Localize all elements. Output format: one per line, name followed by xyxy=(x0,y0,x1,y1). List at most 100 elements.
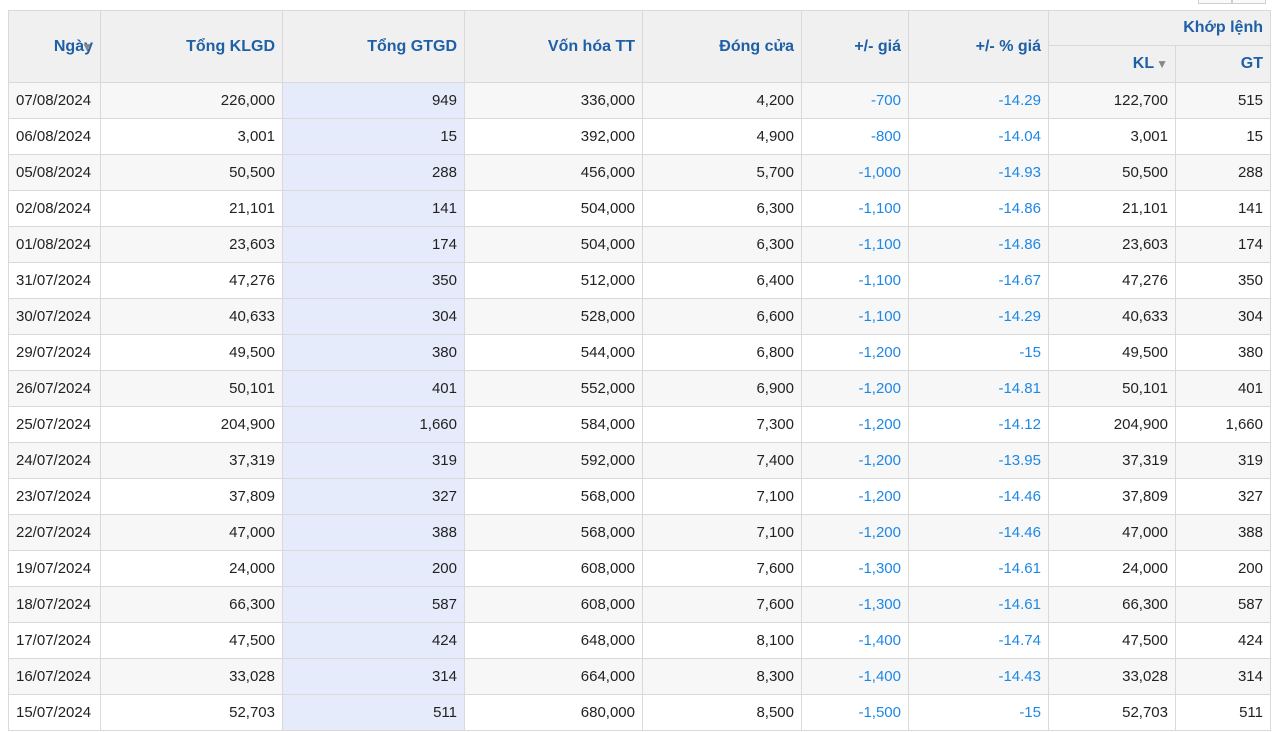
cell-pct-change: -13.95 xyxy=(908,442,1049,479)
col-header-price-change[interactable]: +/- giá xyxy=(801,10,909,83)
cell-matched-value: 319 xyxy=(1175,442,1271,479)
cell-matched-volume: 49,500 xyxy=(1048,334,1176,371)
table-row[interactable]: 31/07/2024 47,276 350 512,000 6,400 -1,100 -14… xyxy=(8,262,1271,299)
cell-total-volume: 49,500 xyxy=(100,334,283,371)
cell-matched-volume: 24,000 xyxy=(1048,550,1176,587)
cell-total-volume: 226,000 xyxy=(100,82,283,119)
cell-price-change: -1,200 xyxy=(801,514,909,551)
table-row[interactable]: 29/07/2024 49,500 380 544,000 6,800 -1,200 -15… xyxy=(8,334,1271,371)
cell-matched-volume: 40,633 xyxy=(1048,298,1176,335)
sort-arrow-icon[interactable]: ▼ xyxy=(81,40,93,54)
cell-total-volume: 50,500 xyxy=(100,154,283,191)
cell-date: 24/07/2024 xyxy=(8,442,101,479)
cell-pct-change: -15 xyxy=(908,334,1049,371)
col-header-market-cap-label: Vốn hóa TT xyxy=(547,37,635,55)
cell-pct-change: -14.93 xyxy=(908,154,1049,191)
table-row[interactable]: 25/07/2024 204,900 1,660 584,000 7,300 -1,200… xyxy=(8,406,1271,443)
col-header-total-value[interactable]: Tổng GTGD xyxy=(282,10,465,83)
cell-pct-change: -15 xyxy=(908,694,1049,731)
cell-pct-change: -14.61 xyxy=(908,550,1049,587)
cell-close: 6,600 xyxy=(642,298,802,335)
cell-total-value: 388 xyxy=(282,514,465,551)
cell-pct-change: -14.46 xyxy=(908,478,1049,515)
col-header-total-volume[interactable]: Tổng KLGD xyxy=(100,10,283,83)
col-header-pct-change[interactable]: +/- % giá xyxy=(908,10,1049,83)
table-row[interactable]: 26/07/2024 50,101 401 552,000 6,900 -1,200 -14… xyxy=(8,370,1271,407)
cell-total-value: 1,660 xyxy=(282,406,465,443)
table-row[interactable]: 01/08/2024 23,603 174 504,000 6,300 -1,100 -14… xyxy=(8,226,1271,263)
cell-pct-change: -14.81 xyxy=(908,370,1049,407)
table-row[interactable]: 18/07/2024 66,300 587 608,000 7,600 -1,300 -14… xyxy=(8,586,1271,623)
cell-total-value: 327 xyxy=(282,478,465,515)
cell-pct-change: -14.46 xyxy=(908,514,1049,551)
cell-close: 7,300 xyxy=(642,406,802,443)
table-row[interactable]: 02/08/2024 21,101 141 504,000 6,300 -1,100 -14… xyxy=(8,190,1271,227)
cell-date: 07/08/2024 xyxy=(8,82,101,119)
pager-buttons xyxy=(1198,0,1266,4)
table-row[interactable]: 05/08/2024 50,500 288 456,000 5,700 -1,000 -14… xyxy=(8,154,1271,191)
col-group-matched-orders: Khớp lệnh xyxy=(1048,10,1271,46)
col-header-matched-volume[interactable]: KL ▼ xyxy=(1048,45,1176,83)
table-row[interactable]: 07/08/2024 226,000 949 336,000 4,200 -700 -14.… xyxy=(8,82,1271,119)
pager-prev-button[interactable] xyxy=(1198,0,1232,4)
cell-total-volume: 37,809 xyxy=(100,478,283,515)
cell-market-cap: 608,000 xyxy=(464,586,643,623)
table-row[interactable]: 06/08/2024 3,001 15 392,000 4,900 -800 -14.04 3… xyxy=(8,118,1271,155)
cell-total-value: 314 xyxy=(282,658,465,695)
table-row[interactable]: 15/07/2024 52,703 511 680,000 8,500 -1,500 -15… xyxy=(8,694,1271,731)
table-row[interactable]: 24/07/2024 37,319 319 592,000 7,400 -1,200 -13… xyxy=(8,442,1271,479)
table-row[interactable]: 22/07/2024 47,000 388 568,000 7,100 -1,200 -14… xyxy=(8,514,1271,551)
col-header-matched-value[interactable]: GT xyxy=(1175,45,1271,83)
cell-market-cap: 592,000 xyxy=(464,442,643,479)
cell-matched-volume: 33,028 xyxy=(1048,658,1176,695)
cell-matched-value: 141 xyxy=(1175,190,1271,227)
cell-total-volume: 47,000 xyxy=(100,514,283,551)
cell-total-value: 587 xyxy=(282,586,465,623)
cell-market-cap: 528,000 xyxy=(464,298,643,335)
cell-price-change: -1,300 xyxy=(801,550,909,587)
cell-close: 7,100 xyxy=(642,514,802,551)
cell-total-volume: 204,900 xyxy=(100,406,283,443)
cell-total-value: 288 xyxy=(282,154,465,191)
cell-market-cap: 568,000 xyxy=(464,514,643,551)
table-row[interactable]: 23/07/2024 37,809 327 568,000 7,100 -1,200 -14… xyxy=(8,478,1271,515)
cell-total-value: 380 xyxy=(282,334,465,371)
col-header-close[interactable]: Đóng cửa xyxy=(642,10,802,83)
cell-matched-volume: 37,319 xyxy=(1048,442,1176,479)
cell-pct-change: -14.86 xyxy=(908,190,1049,227)
cell-close: 6,800 xyxy=(642,334,802,371)
table-row[interactable]: 30/07/2024 40,633 304 528,000 6,600 -1,100 -14… xyxy=(8,298,1271,335)
cell-total-value: 424 xyxy=(282,622,465,659)
cell-close: 8,300 xyxy=(642,658,802,695)
cell-matched-value: 515 xyxy=(1175,82,1271,119)
cell-matched-value: 288 xyxy=(1175,154,1271,191)
cell-matched-value: 350 xyxy=(1175,262,1271,299)
table-row[interactable]: 19/07/2024 24,000 200 608,000 7,600 -1,300 -14… xyxy=(8,550,1271,587)
cell-price-change: -800 xyxy=(801,118,909,155)
cell-market-cap: 664,000 xyxy=(464,658,643,695)
cell-matched-volume: 47,500 xyxy=(1048,622,1176,659)
table-row[interactable]: 16/07/2024 33,028 314 664,000 8,300 -1,400 -14… xyxy=(8,658,1271,695)
cell-total-value: 200 xyxy=(282,550,465,587)
cell-total-value: 350 xyxy=(282,262,465,299)
col-header-market-cap[interactable]: Vốn hóa TT xyxy=(464,10,643,83)
cell-close: 6,900 xyxy=(642,370,802,407)
table-row[interactable]: 17/07/2024 47,500 424 648,000 8,100 -1,400 -14… xyxy=(8,622,1271,659)
cell-date: 19/07/2024 xyxy=(8,550,101,587)
cell-price-change: -1,500 xyxy=(801,694,909,731)
cell-total-volume: 33,028 xyxy=(100,658,283,695)
col-header-close-label: Đóng cửa xyxy=(719,37,794,55)
cell-market-cap: 568,000 xyxy=(464,478,643,515)
pager-next-button[interactable] xyxy=(1232,0,1266,4)
sort-arrow-icon[interactable]: ▼ xyxy=(1156,57,1168,71)
cell-matched-value: 314 xyxy=(1175,658,1271,695)
cell-market-cap: 336,000 xyxy=(464,82,643,119)
col-header-date[interactable]: Ngày ▼ xyxy=(8,10,101,83)
cell-matched-volume: 37,809 xyxy=(1048,478,1176,515)
cell-close: 6,400 xyxy=(642,262,802,299)
cell-date: 02/08/2024 xyxy=(8,190,101,227)
cell-date: 05/08/2024 xyxy=(8,154,101,191)
cell-date: 25/07/2024 xyxy=(8,406,101,443)
cell-price-change: -1,300 xyxy=(801,586,909,623)
col-header-matched-value-label: GT xyxy=(1240,55,1263,72)
